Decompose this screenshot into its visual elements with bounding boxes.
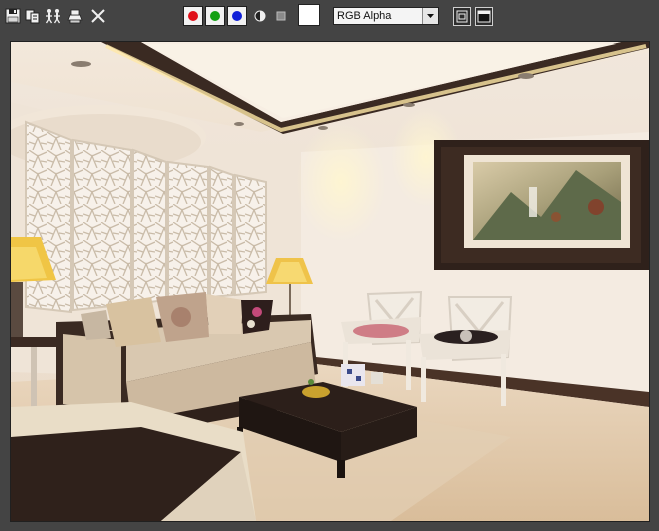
blue-channel-button[interactable] <box>227 6 247 26</box>
clone-people-icon <box>45 9 61 24</box>
red-channel-button[interactable] <box>183 6 203 26</box>
clear-channel-button[interactable] <box>272 7 290 25</box>
green-channel-button[interactable] <box>205 6 225 26</box>
color-swatch[interactable] <box>298 4 320 26</box>
copy-image-button[interactable] <box>24 7 42 25</box>
view-frame-button[interactable] <box>453 7 471 26</box>
overlay-frame-icon <box>456 10 468 23</box>
monochrome-button[interactable] <box>251 7 269 25</box>
save-image-button[interactable] <box>4 7 22 25</box>
copy-icon <box>25 9 40 24</box>
frame-buffer-toolbar: RGB Alpha <box>0 0 659 34</box>
square-icon <box>276 11 286 21</box>
printer-icon <box>67 9 83 24</box>
blue-dot-icon <box>232 11 242 21</box>
print-image-button[interactable] <box>66 7 84 25</box>
half-circle-icon <box>254 10 266 22</box>
red-dot-icon <box>188 11 198 21</box>
display-frame-icon <box>477 10 491 23</box>
clone-window-button[interactable] <box>44 7 62 25</box>
close-x-icon <box>91 9 105 23</box>
display-frame-button[interactable] <box>475 7 493 26</box>
clear-button[interactable] <box>89 7 107 25</box>
channel-select-value: RGB Alpha <box>337 10 392 22</box>
channel-select[interactable]: RGB Alpha <box>333 7 439 25</box>
floppy-disk-icon <box>5 8 21 24</box>
render-viewport[interactable] <box>10 41 650 522</box>
rendered-living-room-image <box>11 42 649 521</box>
green-dot-icon <box>210 11 220 21</box>
chevron-down-icon <box>422 8 438 24</box>
